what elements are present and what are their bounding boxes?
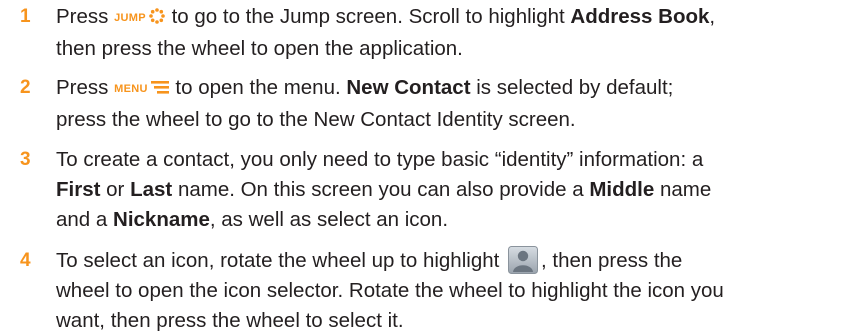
step-4: 4 To select an icon, rotate the wheel up… <box>0 246 848 336</box>
step-line: To select an icon, rotate the wheel up t… <box>56 246 836 276</box>
text-segment: is selected by default; <box>476 76 674 99</box>
step-text: To create a contact, you only need to ty… <box>56 145 836 235</box>
step-line: and a Nickname, as well as select an ico… <box>56 205 836 235</box>
new-contact-label: New Contact <box>346 76 471 99</box>
text-segment: Press <box>56 76 109 99</box>
text-segment: , <box>709 5 716 28</box>
step-line: Press JUMP to go to the Jump screen. Scr… <box>56 2 836 34</box>
step-1: 1 Press JUMP to go to the Jump screen. S… <box>0 2 848 64</box>
step-line: then press the wheel to open the applica… <box>56 37 463 60</box>
step-line: want, then press the wheel to select it. <box>56 309 404 332</box>
step-text: Press JUMP to go to the Jump screen. Scr… <box>56 2 836 64</box>
text-segment: , as well as select an icon. <box>209 208 449 231</box>
text-segment: To select an icon, rotate the wheel up t… <box>56 249 500 272</box>
jump-icon <box>148 4 166 34</box>
address-book-label: Address Book <box>570 5 710 28</box>
text-segment: name <box>659 178 712 201</box>
text-segment: Press <box>56 5 109 28</box>
text-segment: name. On this screen you can also provid… <box>177 178 584 201</box>
step-line: Press MENU to open the menu. New Contact… <box>56 73 836 105</box>
step-number: 3 <box>20 149 31 170</box>
text-segment: to go to the Jump screen. Scroll to high… <box>171 5 565 28</box>
menu-key-label: MENU <box>114 83 148 95</box>
step-number: 2 <box>20 77 31 98</box>
nickname-label: Nickname <box>113 208 210 231</box>
text-segment: or <box>106 178 125 201</box>
step-line: press the wheel to go to the New Contact… <box>56 108 576 131</box>
last-label: Last <box>130 178 173 201</box>
step-number: 4 <box>20 250 31 271</box>
step-2: 2 Press MENU to open the menu. New Conta… <box>0 73 848 135</box>
menu-icon <box>150 75 170 105</box>
middle-label: Middle <box>589 178 655 201</box>
step-line: To create a contact, you only need to ty… <box>56 148 704 171</box>
first-label: First <box>56 178 101 201</box>
step-3: 3 To create a contact, you only need to … <box>0 145 848 235</box>
step-line: wheel to open the icon selector. Rotate … <box>56 279 724 302</box>
step-number: 1 <box>20 6 31 27</box>
contact-avatar-icon <box>508 246 539 274</box>
step-text: Press MENU to open the menu. New Contact… <box>56 73 836 135</box>
instruction-steps: 1 Press JUMP to go to the Jump screen. S… <box>0 0 848 332</box>
text-segment: and a <box>56 208 108 231</box>
text-segment: , then press the <box>541 249 683 272</box>
step-line: First or Last name. On this screen you c… <box>56 175 836 205</box>
text-segment: to open the menu. <box>175 76 341 99</box>
jump-key-label: JUMP <box>114 12 146 24</box>
step-text: To select an icon, rotate the wheel up t… <box>56 246 836 336</box>
